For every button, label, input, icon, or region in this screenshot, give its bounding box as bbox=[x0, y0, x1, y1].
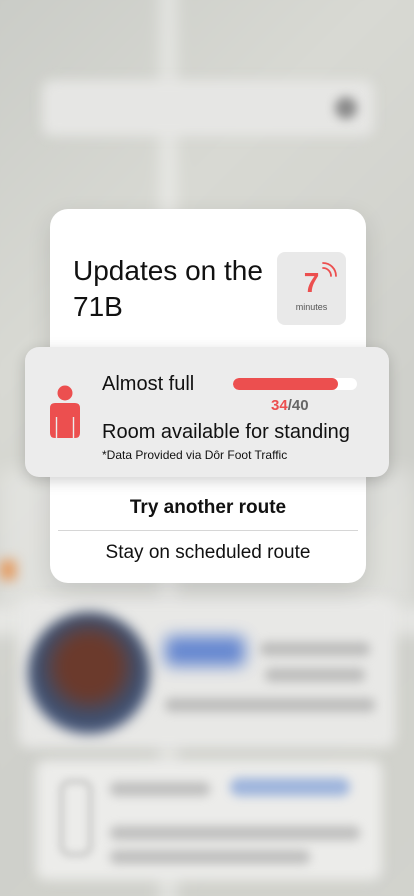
background-text-line bbox=[165, 698, 375, 712]
occupancy-capacity: 40 bbox=[291, 397, 309, 414]
divider bbox=[58, 530, 358, 531]
background-text-line bbox=[260, 642, 370, 656]
occupancy-progress-fill bbox=[233, 378, 339, 390]
occupancy-description: Room available for standing bbox=[102, 421, 350, 443]
try-another-route-button[interactable]: Try another route bbox=[50, 493, 366, 523]
occupancy-current: 34 bbox=[271, 397, 288, 414]
occupancy-progress-bar bbox=[233, 378, 357, 390]
occupancy-count: 34/40 bbox=[271, 397, 309, 414]
eta-badge: 7 minutes bbox=[277, 252, 346, 325]
background-text-line bbox=[265, 668, 365, 682]
modal-title: Updates on the 71B bbox=[73, 255, 263, 322]
occupancy-card: Almost full 34/40 Room available for sta… bbox=[25, 347, 389, 477]
background-text-line bbox=[110, 850, 310, 864]
background-blue-label bbox=[165, 636, 245, 666]
background-search-bar bbox=[42, 80, 374, 136]
person-icon bbox=[50, 385, 80, 438]
map-marker bbox=[0, 560, 16, 580]
eta-unit: minutes bbox=[295, 302, 328, 312]
background-search-icon bbox=[335, 97, 357, 119]
stay-on-route-button[interactable]: Stay on scheduled route bbox=[50, 538, 366, 568]
background-person-icon bbox=[60, 780, 92, 856]
background-progress-pill bbox=[230, 778, 350, 796]
background-text-line bbox=[110, 826, 360, 840]
eta-value: 7 bbox=[303, 267, 320, 298]
data-source-note: *Data Provided via Dôr Foot Traffic bbox=[102, 448, 288, 462]
background-avatar bbox=[28, 612, 150, 734]
occupancy-status: Almost full bbox=[102, 373, 195, 395]
background-text-line bbox=[110, 782, 210, 796]
